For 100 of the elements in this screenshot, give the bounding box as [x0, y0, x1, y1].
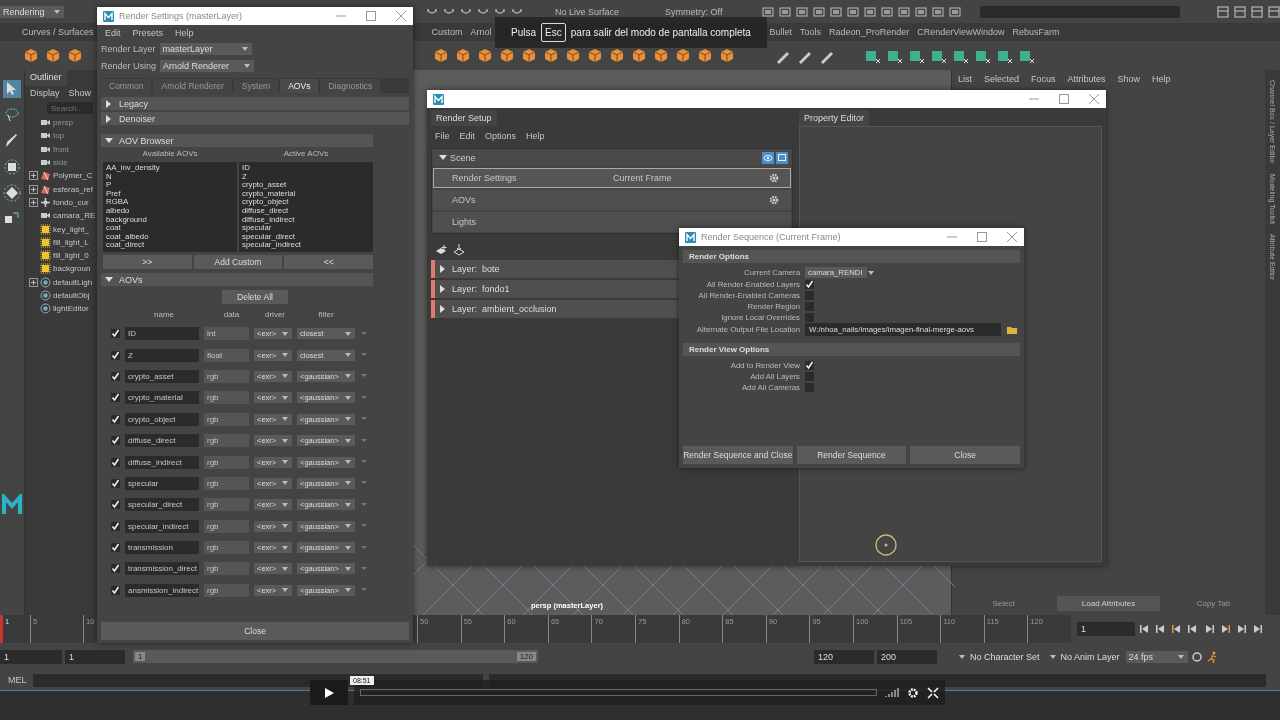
cube-icon[interactable] — [476, 46, 494, 65]
outliner-item[interactable]: persp — [25, 116, 103, 130]
cube-icon[interactable] — [718, 46, 736, 65]
aov-name-field[interactable]: crypto_object — [125, 412, 199, 426]
menu-item[interactable]: List — [958, 74, 972, 84]
cube-icon[interactable] — [608, 46, 626, 65]
running-figure-icon[interactable] — [1205, 650, 1218, 663]
expand-box-icon[interactable] — [29, 184, 38, 194]
settings-tab[interactable]: AOVs — [280, 79, 319, 93]
shelf-tab[interactable]: CRenderViewWindow — [913, 27, 1009, 37]
list-button[interactable]: Add Custom — [193, 255, 283, 269]
render-tool-icon[interactable] — [864, 5, 877, 18]
section-header[interactable]: Legacy — [101, 97, 409, 110]
expand-box-icon[interactable] — [29, 197, 38, 207]
maximize-icon[interactable] — [365, 10, 377, 22]
menu-item[interactable]: Selected — [984, 74, 1020, 84]
data-type-field[interactable]: rgb — [204, 498, 249, 512]
section-header[interactable]: AOV Browser — [101, 134, 373, 147]
aov-name-field[interactable]: diffuse_direct — [125, 434, 199, 448]
play-back-icon[interactable] — [1187, 623, 1199, 635]
data-type-field[interactable]: rgb — [204, 369, 249, 383]
import-icon[interactable] — [453, 244, 465, 256]
checkbox[interactable] — [111, 564, 120, 574]
input-field[interactable] — [980, 5, 1181, 18]
section-header[interactable]: AOVs — [101, 273, 373, 286]
checkbox[interactable] — [111, 585, 120, 595]
dialog-button[interactable]: Render Sequence — [796, 446, 907, 464]
panel-button[interactable]: Load Attributes — [1057, 596, 1160, 611]
aov-name-field[interactable]: Z — [125, 348, 199, 362]
cube-icon[interactable] — [22, 46, 40, 65]
aov-name-field[interactable]: specular_direct — [125, 498, 199, 512]
scene-header[interactable]: Scene — [433, 150, 791, 166]
triangle-right-icon[interactable] — [439, 305, 447, 313]
settings-tab[interactable]: Common — [101, 79, 152, 93]
panel-tab[interactable]: Property Editor — [799, 110, 870, 126]
dialog-button[interactable]: Close — [910, 446, 1020, 464]
fullscreen-exit-icon[interactable] — [927, 686, 939, 699]
command-language-label[interactable]: MEL — [8, 675, 27, 685]
settings-tab[interactable]: System — [233, 79, 279, 93]
dialog-button[interactable]: Render Sequence and Close — [683, 446, 793, 464]
menu-item[interactable]: Show — [1117, 74, 1141, 84]
checkbox[interactable] — [111, 457, 120, 467]
panel-layout-icon[interactable] — [1268, 5, 1280, 18]
fps-dropdown[interactable]: 24 fps — [1125, 650, 1188, 663]
menu-item[interactable]: Presets — [132, 28, 164, 38]
outliner-item[interactable]: key_light_ — [25, 222, 103, 236]
checkbox[interactable] — [111, 436, 120, 446]
end-frame-field[interactable]: 200 — [877, 649, 937, 664]
move-icon[interactable] — [3, 158, 21, 176]
rotate-icon[interactable] — [3, 184, 21, 202]
outliner-item[interactable]: fondo_cur — [25, 195, 103, 210]
render-tool-icon[interactable] — [881, 5, 894, 18]
data-type-field[interactable]: rgb — [204, 391, 249, 405]
data-type-field[interactable]: rgb — [204, 562, 249, 576]
expand-box-icon[interactable] — [29, 277, 38, 287]
start-frame-field[interactable]: 1 — [0, 649, 62, 664]
menu-item[interactable]: File — [435, 131, 450, 141]
render-view-icon[interactable] — [776, 152, 788, 164]
data-type-field[interactable]: rgb — [204, 519, 249, 533]
play-button[interactable] — [310, 680, 348, 705]
checkbox[interactable] — [805, 371, 814, 381]
checkbox[interactable] — [111, 393, 120, 403]
render-tool-icon[interactable] — [915, 5, 928, 18]
triangle-down-icon[interactable] — [105, 136, 113, 145]
render-tool-icon[interactable] — [898, 5, 911, 18]
data-type-field[interactable]: rgb — [204, 476, 249, 490]
list-button[interactable]: << — [284, 255, 373, 269]
menu-item[interactable]: Attributes — [1067, 74, 1106, 84]
lasso-icon[interactable] — [3, 106, 21, 124]
render-tool-icon[interactable] — [762, 5, 775, 18]
cube-icon[interactable] — [432, 46, 450, 65]
close-icon[interactable] — [1088, 93, 1100, 105]
current-frame-field[interactable]: 1 — [1077, 622, 1135, 636]
triangle-right-icon[interactable] — [439, 285, 447, 293]
checkbox[interactable] — [805, 301, 814, 311]
panel-layout-icon[interactable] — [1234, 5, 1246, 18]
shelf-tab[interactable]: Custom — [427, 27, 467, 37]
outliner-item[interactable]: backgroun — [25, 262, 103, 276]
outliner-item[interactable]: defaultObj — [25, 288, 103, 303]
outliner-item[interactable]: defaultLigh — [25, 275, 103, 289]
menu-item[interactable]: Display — [30, 88, 60, 98]
collection-row[interactable]: AOVs — [433, 190, 791, 210]
cube-icon[interactable] — [564, 46, 582, 65]
range-end-handle[interactable]: 120 — [516, 652, 536, 661]
menu-item[interactable]: Help — [1152, 74, 1171, 84]
panel-tab[interactable]: Render Setup — [431, 110, 497, 126]
range-start-handle[interactable]: 1 — [135, 652, 146, 661]
aov-name-field[interactable]: ID — [125, 327, 199, 341]
aov-name-field[interactable]: ansmission_indirect — [125, 583, 199, 597]
shelf-tab[interactable]: Radeon_ProRender — [825, 27, 914, 37]
outliner-item[interactable]: Polymer_C — [25, 169, 103, 183]
render-tool-icon[interactable] — [796, 5, 809, 18]
shelf-tab[interactable]: Arnol — [466, 27, 496, 37]
checkbox[interactable] — [805, 382, 814, 392]
close-icon[interactable] — [1006, 231, 1018, 243]
settings-tab[interactable]: Diagnostics — [320, 79, 381, 93]
shelf-tab[interactable]: RebusFarm — [1008, 27, 1064, 37]
checkbox[interactable] — [805, 360, 814, 370]
outliner-item[interactable]: top — [25, 129, 103, 143]
panel-layout-icon[interactable] — [1217, 5, 1229, 18]
